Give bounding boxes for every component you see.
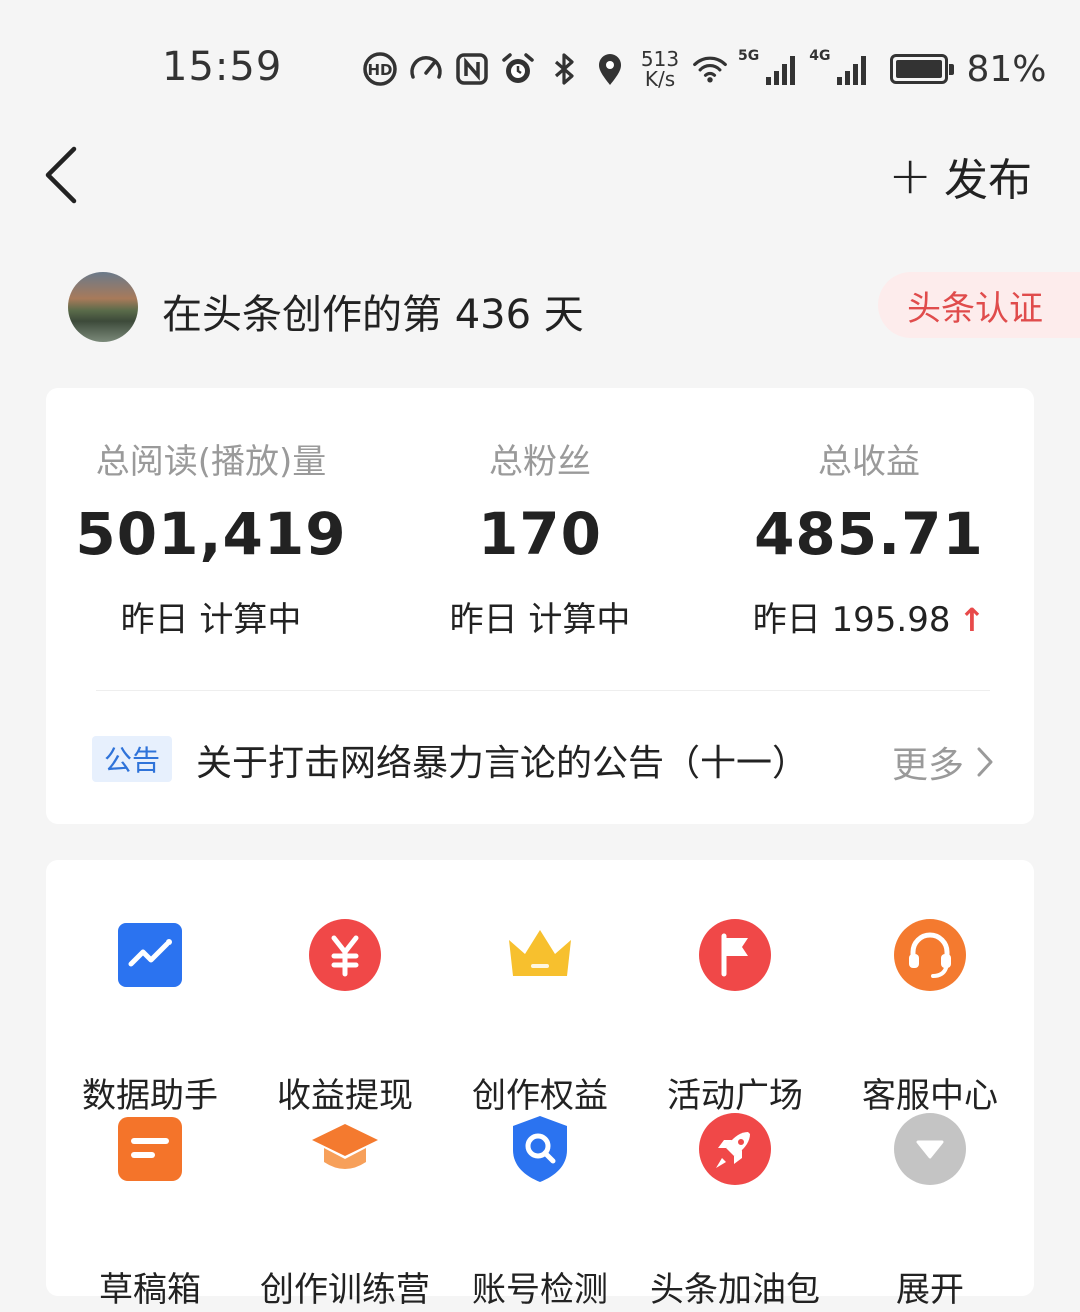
days-prefix: 在头条创作的第 (162, 292, 442, 338)
notice-text[interactable]: 关于打击网络暴力言论的公告（十一） (196, 734, 808, 786)
data-chart-icon (118, 923, 182, 987)
alarm-icon (500, 51, 536, 87)
nfc-icon (454, 51, 490, 87)
stat-sub: 昨日 计算中 (120, 600, 302, 640)
tool-boost-pack[interactable]: 头条加油包 (637, 1112, 833, 1310)
crown-icon (509, 930, 571, 976)
stat-value: 501,419 (75, 500, 347, 568)
tool-drafts[interactable]: 草稿箱 (52, 1112, 248, 1310)
up-arrow-icon: ↑ (958, 601, 986, 639)
publish-button[interactable]: + 发布 (888, 146, 1032, 206)
status-time: 15:59 (162, 44, 283, 90)
yuan-icon (309, 919, 381, 991)
network-type-5g: 5G (738, 48, 760, 64)
tool-data-assistant[interactable]: 数据助手 (52, 918, 248, 1116)
back-button[interactable] (40, 140, 100, 210)
network-speed: 513 K/s (638, 49, 682, 89)
plus-icon: + (888, 146, 932, 206)
tool-label: 客服中心 (862, 1076, 998, 1116)
stat-sub-earnings: 昨日 195.98 ↑ (704, 592, 1034, 641)
stat-sub: 昨日 195.98 (752, 600, 951, 640)
location-icon (592, 51, 628, 87)
draft-icon (118, 1117, 182, 1181)
tool-expand[interactable]: 展开 (832, 1112, 1028, 1310)
tool-label: 展开 (896, 1270, 964, 1310)
wifi-icon (692, 51, 728, 87)
flag-icon (699, 919, 771, 991)
hd-call-icon: HD (362, 51, 398, 87)
days-count: 436 (454, 292, 532, 338)
signal-icon (834, 51, 870, 87)
tools-card: 数据助手 收益提现 创作权益 活动广场 客服中心 草稿箱 创作训练营 账号检测 … (46, 860, 1034, 1310)
rocket-icon (699, 1113, 771, 1185)
battery-percent: 81% (966, 48, 1047, 90)
tool-activity-plaza[interactable]: 活动广场 (637, 918, 833, 1116)
more-label: 更多 (891, 745, 964, 786)
bluetooth-icon (546, 51, 582, 87)
avatar[interactable] (68, 272, 138, 342)
publish-label: 发布 (944, 155, 1032, 206)
stat-value: 485.71 (754, 500, 984, 568)
svg-text:HD: HD (367, 61, 392, 79)
notice-tag: 公告 (92, 736, 172, 782)
signal-icon (763, 51, 799, 87)
battery-icon (890, 54, 955, 84)
speed-icon (408, 51, 444, 87)
chevron-right-icon (977, 747, 993, 777)
days-suffix: 天 (543, 292, 584, 338)
shield-search-icon (513, 1116, 567, 1182)
back-arrow-icon (45, 146, 77, 204)
tool-training-camp[interactable]: 创作训练营 (247, 1112, 443, 1310)
headset-icon (894, 919, 966, 991)
stat-label: 总阅读(播放)量 (95, 442, 327, 482)
tool-account-check[interactable]: 账号检测 (442, 1112, 638, 1310)
tool-earnings-withdraw[interactable]: 收益提现 (247, 918, 443, 1116)
divider (96, 690, 990, 691)
stats-card: 总阅读(播放)量 501,419 昨日 计算中 总粉丝 170 昨日 计算中 总… (46, 388, 1034, 824)
speed-unit: K/s (644, 67, 676, 91)
notice-row[interactable]: 公告 关于打击网络暴力言论的公告（十一） 更多 (92, 722, 994, 788)
status-icons: HD 513 K/s 5G 4G 81% (362, 44, 1046, 94)
notice-more-link[interactable]: 更多 (892, 736, 994, 788)
graduation-cap-icon (312, 1124, 378, 1169)
status-bar: 15:59 HD 513 K/s 5G 4G 81% (0, 0, 1080, 130)
speed-value: 513 (640, 47, 680, 71)
expand-icon (894, 1113, 966, 1185)
creator-days-text: 在头条创作的第 436 天 (162, 282, 584, 340)
tool-customer-service[interactable]: 客服中心 (832, 918, 1028, 1116)
stat-sub: 昨日 计算中 (449, 600, 631, 640)
tool-creator-rights[interactable]: 创作权益 (442, 918, 638, 1116)
stat-label: 总收益 (818, 442, 920, 482)
stat-label: 总粉丝 (489, 442, 591, 482)
stat-value: 170 (477, 500, 603, 568)
network-type-4g: 4G (809, 48, 831, 64)
cert-badge[interactable]: 头条认证 (878, 272, 1080, 338)
